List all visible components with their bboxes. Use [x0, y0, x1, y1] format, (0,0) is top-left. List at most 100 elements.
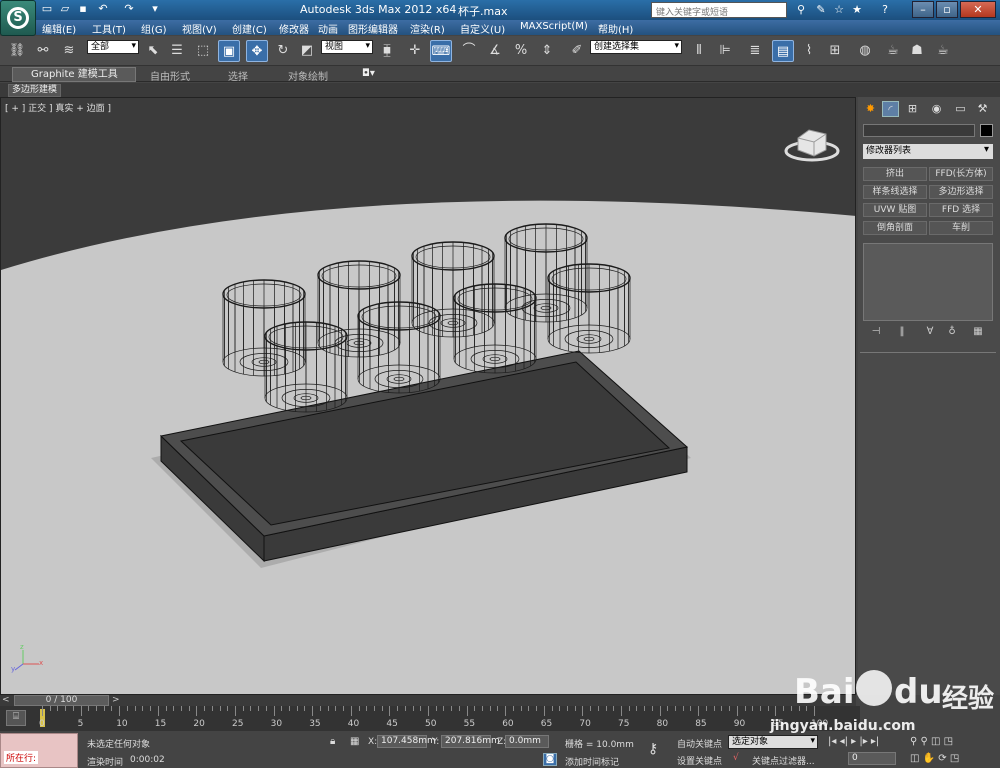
menu-tools[interactable]: 工具(T) [92, 21, 126, 36]
menu-help[interactable]: 帮助(H) [598, 21, 633, 36]
undo-icon[interactable]: ↶ [96, 2, 110, 16]
menu-group[interactable]: 组(G) [141, 21, 167, 36]
percent-snap-icon[interactable]: % [510, 40, 532, 62]
rect-selection-icon[interactable]: ⬚ [192, 40, 214, 62]
make-unique-icon[interactable]: ∀ [922, 326, 938, 340]
edit-named-selection-icon[interactable]: ✐ [566, 40, 588, 62]
tab-object-paint[interactable]: 对象绘制 [288, 68, 328, 83]
quick-access-dropdown-icon[interactable]: ▾ [148, 2, 162, 16]
menu-graph-editors[interactable]: 图形编辑器 [348, 21, 398, 36]
key-filter-icon[interactable]: √ [733, 753, 739, 763]
menu-customize[interactable]: 自定义(U) [460, 21, 505, 36]
render-production-icon[interactable]: ☕ [932, 40, 954, 62]
object-color-swatch[interactable] [980, 124, 993, 137]
keyboard-shortcut-override-icon[interactable]: ⌨ [430, 40, 452, 62]
reference-coordinate-dropdown[interactable]: 视图 [321, 40, 373, 54]
display-tab-icon[interactable]: ▭ [952, 101, 969, 117]
scale-icon[interactable]: ◩ [296, 40, 318, 62]
spinner-snap-icon[interactable]: ⇕ [536, 40, 558, 62]
remove-modifier-icon[interactable]: ♁ [944, 326, 960, 340]
help-icon[interactable]: ? [877, 2, 893, 18]
menu-rendering[interactable]: 渲染(R) [410, 21, 445, 36]
z-coordinate-field[interactable]: 0.0mm [505, 735, 549, 748]
bind-spacewarp-icon[interactable]: ≋ [58, 40, 80, 62]
time-next-icon[interactable]: > [112, 695, 120, 705]
rendered-frame-icon[interactable]: ☗ [906, 40, 928, 62]
menu-create[interactable]: 创建(C) [232, 21, 267, 36]
add-time-tag[interactable]: 添加时间标记 [565, 755, 619, 768]
lathe-button[interactable]: 车削 [929, 221, 993, 235]
utilities-tab-icon[interactable]: ⚒ [974, 101, 991, 117]
binoculars-icon[interactable]: ⚲ [793, 2, 809, 18]
tab-graphite-modeling[interactable]: Graphite 建模工具 [12, 67, 136, 82]
minimize-button[interactable]: – [912, 1, 934, 18]
lock-selection-icon[interactable]: 🔒︎ [330, 736, 335, 747]
time-slider[interactable]: < 0 / 100 > [0, 695, 856, 706]
modifier-stack[interactable] [863, 243, 993, 321]
maxscript-listener[interactable]: 所在行: [0, 733, 78, 768]
set-key-button[interactable]: 设置关键点 [677, 754, 722, 767]
spline-select-button[interactable]: 样条线选择 [863, 185, 927, 199]
ribbon-options-icon[interactable]: ◘▾ [362, 68, 375, 79]
material-editor-icon[interactable]: ◍ [854, 40, 876, 62]
pan-icon[interactable]: ◫ ✋ ⟳ ◳ [910, 753, 959, 764]
close-button[interactable]: ✕ [960, 1, 996, 18]
tools-icon[interactable]: ✎ [813, 2, 829, 18]
menu-views[interactable]: 视图(V) [182, 21, 217, 36]
time-tag-icon[interactable]: ◙ [543, 753, 557, 766]
link-icon[interactable]: ⛓ [6, 40, 28, 62]
select-object-icon[interactable]: ⬉ [142, 40, 164, 62]
y-coordinate-field[interactable]: 207.816mm [441, 735, 500, 748]
object-name-field[interactable] [863, 124, 975, 137]
track-bar[interactable]: ⌸ 0 5 10 15 20 25 30 35 40 45 50 55 60 65 70 75 80 85 90 95… [0, 706, 860, 731]
configure-sets-icon[interactable]: ▦ [970, 326, 986, 340]
polygon-modeling-panel[interactable]: 多边形建模 [8, 84, 62, 97]
show-end-result-icon[interactable]: ‖ [894, 326, 910, 340]
pivot-center-icon[interactable]: ⧯ [376, 40, 398, 62]
menu-maxscript[interactable]: MAXScript(M) [520, 21, 588, 32]
menu-animation[interactable]: 动画 [318, 21, 338, 36]
selection-filter-dropdown[interactable]: 全部 [87, 40, 139, 54]
viewport-label[interactable]: [ + ] 正交 ] 真实 + 边面 ] [5, 101, 111, 114]
hierarchy-tab-icon[interactable]: ⊞ [904, 101, 921, 117]
mirror-icon[interactable]: ⫴ [688, 40, 710, 62]
transform-mode-icon[interactable]: ▦ [350, 736, 359, 747]
extrude-button[interactable]: 挤出 [863, 167, 927, 181]
set-key-icon[interactable]: ⚷ [648, 741, 658, 757]
graphite-toggle-icon[interactable]: ▤ [772, 40, 794, 62]
select-by-name-icon[interactable]: ☰ [166, 40, 188, 62]
bevel-profile-button[interactable]: 倒角剖面 [863, 221, 927, 235]
render-setup-icon[interactable]: ☕ [882, 40, 904, 62]
poly-select-button[interactable]: 多边形选择 [929, 185, 993, 199]
menu-edit[interactable]: 编辑(E) [42, 21, 76, 36]
select-manipulate-icon[interactable]: ✛ [404, 40, 426, 62]
pin-stack-icon[interactable]: ⊣ [868, 326, 884, 340]
curve-editor-icon[interactable]: ⌇ [798, 40, 820, 62]
save-file-icon[interactable]: ▪ [76, 2, 90, 16]
auto-key-button[interactable]: 自动关键点 [677, 737, 722, 750]
schematic-view-icon[interactable]: ⊞ [824, 40, 846, 62]
app-logo-icon[interactable]: S [0, 0, 36, 36]
move-icon[interactable]: ✥ [246, 40, 268, 62]
restore-button[interactable]: ▫ [936, 1, 958, 18]
ffd-box-button[interactable]: FFD(长方体) [929, 167, 993, 181]
new-file-icon[interactable]: ▭ [40, 2, 54, 16]
search-input[interactable]: 键入关键字或短语 [651, 2, 787, 18]
named-selection-dropdown[interactable]: 创建选择集 [590, 40, 682, 54]
perspective-viewport[interactable]: [ + ] 正交 ] 真实 + 边面 ] z x y [0, 97, 856, 695]
modifier-list-dropdown[interactable]: 修改器列表 ▾ [863, 144, 993, 159]
time-slider-handle[interactable]: 0 / 100 [14, 695, 109, 706]
angle-snap-icon[interactable]: ∡ [484, 40, 506, 62]
align-icon[interactable]: ⊫ [714, 40, 736, 62]
favorites-icon[interactable]: ★ [849, 2, 865, 18]
unlink-icon[interactable]: ⚯ [32, 40, 54, 62]
time-prev-icon[interactable]: < [2, 695, 10, 705]
key-filters-button[interactable]: 关键点过滤器... [752, 754, 815, 767]
tab-freeform[interactable]: 自由形式 [150, 68, 190, 83]
redo-icon[interactable]: ↷ [122, 2, 136, 16]
create-tab-icon[interactable]: ✸ [862, 101, 879, 117]
open-file-icon[interactable]: ▱ [58, 2, 72, 16]
tab-selection[interactable]: 选择 [228, 68, 248, 83]
current-frame-field[interactable]: 0 [848, 752, 896, 765]
layer-manager-icon[interactable]: ≣ [744, 40, 766, 62]
